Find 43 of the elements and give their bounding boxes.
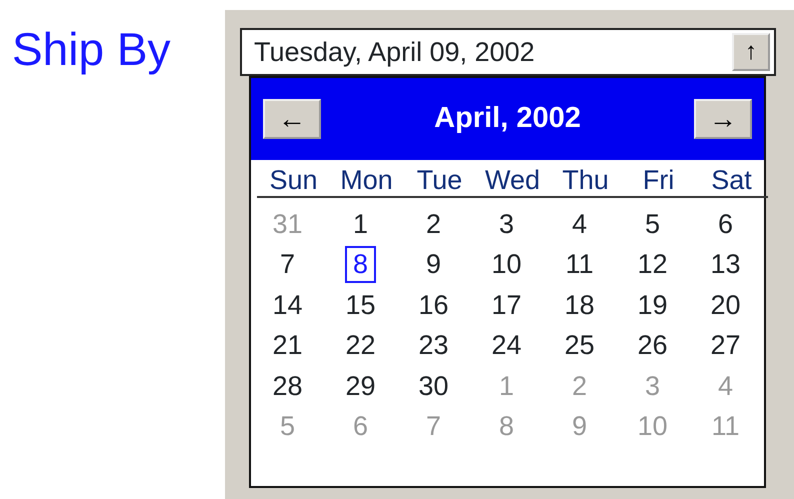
day-cell[interactable]: 20 — [702, 286, 749, 324]
day-cell[interactable]: 2 — [418, 206, 450, 243]
day-cell[interactable]: 4 — [564, 206, 596, 243]
day-cell[interactable]: 30 — [410, 368, 457, 405]
weekday-header: Fri — [622, 160, 695, 198]
day-cell[interactable]: 17 — [483, 286, 530, 324]
day-cell[interactable]: 23 — [410, 327, 457, 364]
day-cell[interactable]: 18 — [556, 286, 603, 324]
day-cell[interactable]: 28 — [264, 368, 311, 405]
weekday-header: Mon — [330, 160, 403, 198]
day-cell[interactable]: 3 — [490, 206, 522, 243]
day-cell[interactable]: 10 — [483, 246, 530, 284]
weekday-header: Tue — [403, 160, 476, 198]
day-cell[interactable]: 6 — [710, 206, 742, 243]
day-cell[interactable]: 26 — [629, 327, 676, 364]
day-cell[interactable]: 24 — [483, 327, 530, 364]
day-cell[interactable]: 14 — [264, 286, 311, 324]
day-cell[interactable]: 12 — [629, 246, 676, 284]
day-cell[interactable]: 7 — [272, 246, 304, 284]
collapse-button[interactable]: ↑ — [732, 33, 770, 71]
day-cell[interactable]: 5 — [636, 206, 668, 243]
day-cell[interactable]: 8 — [344, 246, 376, 284]
field-label: Ship By — [11, 22, 172, 77]
date-field[interactable]: Tuesday, April 09, 2002 ↑ — [240, 28, 776, 76]
day-cell[interactable]: 27 — [702, 327, 749, 364]
previous-month-button[interactable]: ← — [263, 99, 321, 139]
day-cell[interactable]: 25 — [556, 327, 603, 364]
day-cell[interactable]: 13 — [702, 246, 749, 284]
day-cell[interactable]: 22 — [337, 327, 384, 364]
weekday-header: Sun — [257, 160, 330, 198]
weekday-header: Thu — [549, 160, 622, 198]
day-cell[interactable]: 11 — [557, 246, 602, 284]
day-cell[interactable]: 19 — [629, 286, 676, 324]
weekday-header: Wed — [476, 160, 549, 198]
month-title: April, 2002 — [434, 101, 581, 136]
next-month-button[interactable]: → — [694, 99, 752, 139]
weekday-header: Sat — [695, 160, 768, 198]
day-cell[interactable]: 15 — [337, 286, 384, 324]
day-cell[interactable]: 16 — [410, 286, 457, 324]
day-cell[interactable]: 1 — [344, 206, 376, 243]
day-cell[interactable]: 29 — [337, 368, 384, 405]
day-cell[interactable]: 21 — [264, 327, 311, 364]
day-cell[interactable]: 9 — [418, 246, 450, 284]
